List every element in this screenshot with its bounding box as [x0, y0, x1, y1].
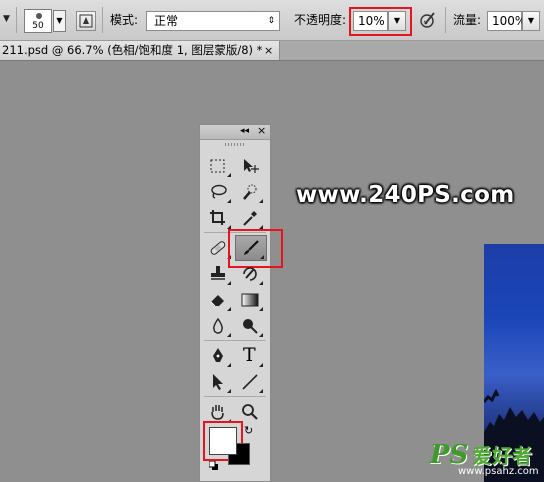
logo-cn: 爱好者	[472, 444, 533, 468]
gradient-icon	[241, 293, 259, 307]
document-tab-bar: 211.psd @ 66.7% (色相/饱和度 1, 图层蒙版/8) * ×	[0, 41, 544, 61]
eyedropper-tool[interactable]	[235, 206, 265, 230]
eyedropper-icon	[243, 211, 257, 226]
gradient-tool[interactable]	[235, 288, 265, 312]
dodge-tool[interactable]	[235, 314, 265, 338]
collapse-icon[interactable]: ◂◂	[240, 126, 249, 136]
mode-label: 模式:	[110, 13, 139, 27]
blur-tool[interactable]	[203, 314, 233, 338]
close-document-icon[interactable]: ×	[264, 41, 273, 60]
brush-size-value: 50	[32, 21, 44, 31]
tool-preset-arrow-icon[interactable]: ▼	[3, 14, 10, 24]
opacity-dropdown-button[interactable]: ▼	[388, 11, 406, 31]
history-brush-icon	[243, 267, 257, 281]
select-arrow-icon: ⇕	[267, 16, 275, 26]
rectangle-marquee-icon	[210, 159, 225, 173]
toolbox-grip[interactable]	[225, 143, 245, 146]
hand-icon	[211, 405, 224, 420]
line-icon	[242, 374, 258, 390]
brush-tool[interactable]	[235, 235, 267, 261]
crop-tool[interactable]	[203, 206, 233, 230]
brush-panel-icon	[79, 14, 93, 28]
mode-select[interactable]: 正常 ⇕	[146, 11, 280, 31]
bandage-icon	[210, 241, 226, 255]
path-selection-arrow-icon	[213, 374, 223, 390]
quick-selection-icon	[243, 184, 257, 200]
divider	[204, 396, 266, 397]
eraser-tool[interactable]	[203, 288, 233, 312]
options-bar: ▼ 50 ▼ 模式: 正常 ⇕ 不透明度: 10% ▼ 流量: 100% ▼	[0, 0, 544, 41]
tablet-pressure-icon	[420, 12, 435, 28]
eraser-icon	[210, 295, 224, 307]
pen-icon	[213, 348, 223, 362]
swap-colors-icon[interactable]: ↻	[244, 424, 253, 437]
flow-dropdown-button[interactable]: ▼	[522, 11, 540, 31]
path-selection-tool[interactable]	[203, 370, 233, 394]
mode-value: 正常	[154, 14, 179, 28]
site-logo: PS 爱好者 www.psahz.com	[430, 440, 539, 477]
divider	[16, 7, 17, 33]
logo-url: www.psahz.com	[458, 466, 539, 477]
history-brush-tool[interactable]	[235, 262, 265, 286]
water-drop-icon	[213, 317, 223, 334]
move-tool[interactable]	[235, 154, 265, 178]
divider	[102, 7, 103, 33]
toolbox-header[interactable]: ◂◂ ×	[200, 124, 270, 140]
brush-preset-picker[interactable]: 50	[24, 9, 52, 33]
brush-picker-dropdown-button[interactable]: ▼	[53, 10, 66, 32]
type-icon: T	[243, 344, 256, 366]
canvas-area[interactable]	[0, 61, 544, 482]
divider	[204, 340, 266, 341]
marquee-tool[interactable]	[203, 154, 233, 178]
lasso-tool[interactable]	[203, 180, 233, 204]
default-colors-icon[interactable]	[208, 459, 218, 470]
stamp-icon	[211, 266, 225, 280]
close-icon[interactable]: ×	[257, 124, 266, 137]
quick-selection-tool[interactable]	[235, 180, 265, 204]
divider	[445, 7, 446, 33]
flow-input[interactable]: 100%	[487, 11, 526, 31]
toolbox-panel: ◂◂ × T ↻	[199, 124, 283, 482]
brush-tip-icon	[36, 13, 42, 19]
watermark-text: www.240PS.com	[296, 182, 515, 208]
opacity-pressure-button[interactable]	[418, 10, 438, 30]
foreground-color-swatch[interactable]	[209, 427, 237, 455]
paintbrush-icon	[244, 240, 259, 255]
line-tool[interactable]	[235, 370, 265, 394]
type-tool[interactable]: T	[235, 344, 265, 368]
flow-label: 流量:	[453, 13, 482, 27]
dodge-icon	[243, 319, 258, 334]
clone-stamp-tool[interactable]	[203, 262, 233, 286]
move-icon	[244, 159, 259, 173]
brush-panel-toggle-button[interactable]	[76, 11, 96, 31]
pen-tool[interactable]	[203, 344, 233, 368]
document-tab[interactable]: 211.psd @ 66.7% (色相/饱和度 1, 图层蒙版/8) *	[0, 41, 280, 60]
document-tab-title: 211.psd @ 66.7% (色相/饱和度 1, 图层蒙版/8) *	[2, 43, 263, 57]
default-colors-swatch-icon	[208, 460, 218, 470]
opacity-input[interactable]: 10%	[353, 11, 388, 31]
opacity-label: 不透明度:	[294, 13, 347, 27]
lasso-icon	[211, 184, 227, 199]
magnifier-icon	[242, 404, 258, 420]
crop-icon	[210, 210, 225, 225]
